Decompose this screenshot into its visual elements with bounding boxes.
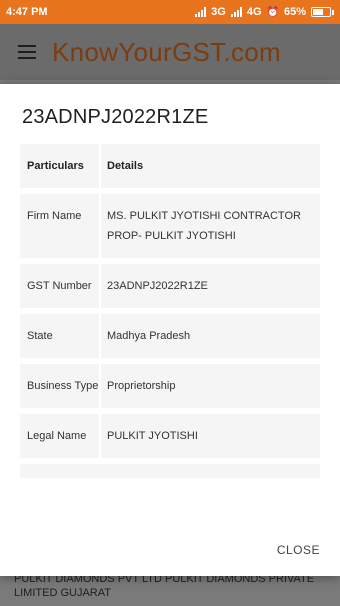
row-value: Madhya Pradesh <box>101 314 320 358</box>
table-row: Business Type Proprietorship <box>20 364 320 408</box>
status-bar: 4:47 PM 3G 4G ⏰ 65% <box>0 0 340 24</box>
background-list-text: PULKIT DIAMONDS PVT LTD PULKIT DIAMONDS … <box>14 573 315 599</box>
row-value: PULKIT JYOTISHI <box>101 414 320 458</box>
table-row: GST Number 23ADNPJ2022R1ZE <box>20 264 320 308</box>
table-row: Firm Name MS. PULKIT JYOTISHI CONTRACTOR… <box>20 194 320 258</box>
close-button[interactable]: CLOSE <box>277 537 320 563</box>
row-value: MS. PULKIT JYOTISHI CONTRACTOR PROP- PUL… <box>101 194 320 258</box>
row-label: Legal Name <box>20 414 99 458</box>
app-bar: KnowYourGST.com <box>0 24 340 80</box>
table-row-partial <box>20 464 320 478</box>
gst-details-dialog: 23ADNPJ2022R1ZE Particulars Details Firm… <box>0 84 340 576</box>
table-row: State Madhya Pradesh <box>20 314 320 358</box>
row-label: Firm Name <box>20 194 99 258</box>
row-label: State <box>20 314 99 358</box>
signal-icon <box>195 7 207 17</box>
table-header-row: Particulars Details <box>20 144 320 188</box>
app-title: KnowYourGST.com <box>52 36 281 67</box>
row-value: Proprietorship <box>101 364 320 408</box>
row-label: GST Number <box>20 264 99 308</box>
signal-icon <box>230 7 242 17</box>
header-particulars: Particulars <box>20 144 99 188</box>
row-label: Business Type <box>20 364 99 408</box>
network-3g-label: 3G <box>211 6 226 18</box>
alarm-icon: ⏰ <box>266 6 279 18</box>
header-details: Details <box>101 144 320 188</box>
hamburger-menu-icon[interactable] <box>18 45 36 59</box>
details-table: Particulars Details Firm Name MS. PULKIT… <box>20 144 320 478</box>
battery-fill <box>313 9 324 15</box>
battery-percent: 65% <box>283 6 306 18</box>
dialog-actions: CLOSE <box>0 524 340 576</box>
table-row: Legal Name PULKIT JYOTISHI <box>20 414 320 458</box>
status-time: 4:47 PM <box>6 6 48 18</box>
dialog-title: 23ADNPJ2022R1ZE <box>22 106 209 128</box>
row-value: 23ADNPJ2022R1ZE <box>101 264 320 308</box>
network-4g-label: 4G <box>246 6 262 18</box>
status-icons: 3G 4G ⏰ 65% <box>195 6 334 18</box>
battery-icon <box>311 7 334 17</box>
